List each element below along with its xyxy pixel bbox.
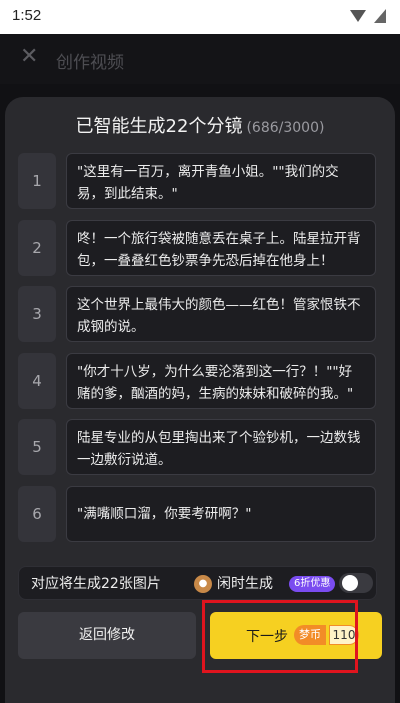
page-title: 创作视频 — [56, 53, 124, 73]
highlight-box — [202, 600, 358, 673]
discount-badge: 6折优惠 — [289, 576, 336, 592]
shot-text[interactable]: 这个世界上最伟大的颜色——红色！管家恨铁不成钢的说。 — [66, 286, 376, 342]
shot-number: 5 — [18, 419, 56, 475]
shot-text[interactable]: "这里有一百万，离开青鱼小姐。""我们的交易，到此结束。" — [66, 153, 376, 209]
shot-number: 1 — [18, 153, 56, 209]
close-icon[interactable]: ✕ — [20, 46, 40, 68]
shot-number: 6 — [18, 486, 56, 542]
idle-generate-toggle[interactable] — [339, 573, 373, 593]
shot-number: 4 — [18, 353, 56, 409]
shot-text[interactable]: 咚！一个旅行袋被随意丢在桌子上。陆星拉开背包，一叠叠红色钞票争先恐后掉在他身上！ — [66, 220, 376, 276]
generation-options-row: 对应将生成22张图片 ● 闲时生成 6折优惠 — [18, 566, 377, 600]
status-icons — [350, 9, 386, 23]
character-count: (686/3000) — [246, 120, 325, 136]
back-edit-button[interactable]: 返回修改 — [18, 612, 196, 659]
shot-text[interactable]: "满嘴顺口溜，你要考研啊？" — [66, 486, 376, 542]
idle-generate-label: 闲时生成 — [217, 576, 273, 592]
toggle-knob — [342, 575, 358, 591]
shot-text[interactable]: "你才十八岁，为什么要沦落到这一行？！""好赌的爹，酗酒的妈，生病的妹妹和破碎的… — [66, 353, 376, 409]
images-count-label: 对应将生成22张图片 — [31, 576, 161, 592]
shot-number: 2 — [18, 220, 56, 276]
status-bar: 1:52 — [0, 0, 400, 35]
idle-coin-icon: ● — [194, 575, 212, 593]
shot-number: 3 — [18, 286, 56, 342]
sheet-title: 已智能生成22个分镜 (686/3000) — [5, 112, 395, 138]
wifi-icon — [350, 10, 366, 22]
page-header: ✕ 创作视频 — [0, 34, 400, 84]
sheet-title-text: 已智能生成22个分镜 — [75, 116, 243, 137]
status-time: 1:52 — [12, 7, 42, 24]
signal-icon — [374, 9, 386, 23]
shot-text[interactable]: 陆星专业的从包里掏出来了个验钞机，一边数钱一边敷衍说道。 — [66, 419, 376, 475]
